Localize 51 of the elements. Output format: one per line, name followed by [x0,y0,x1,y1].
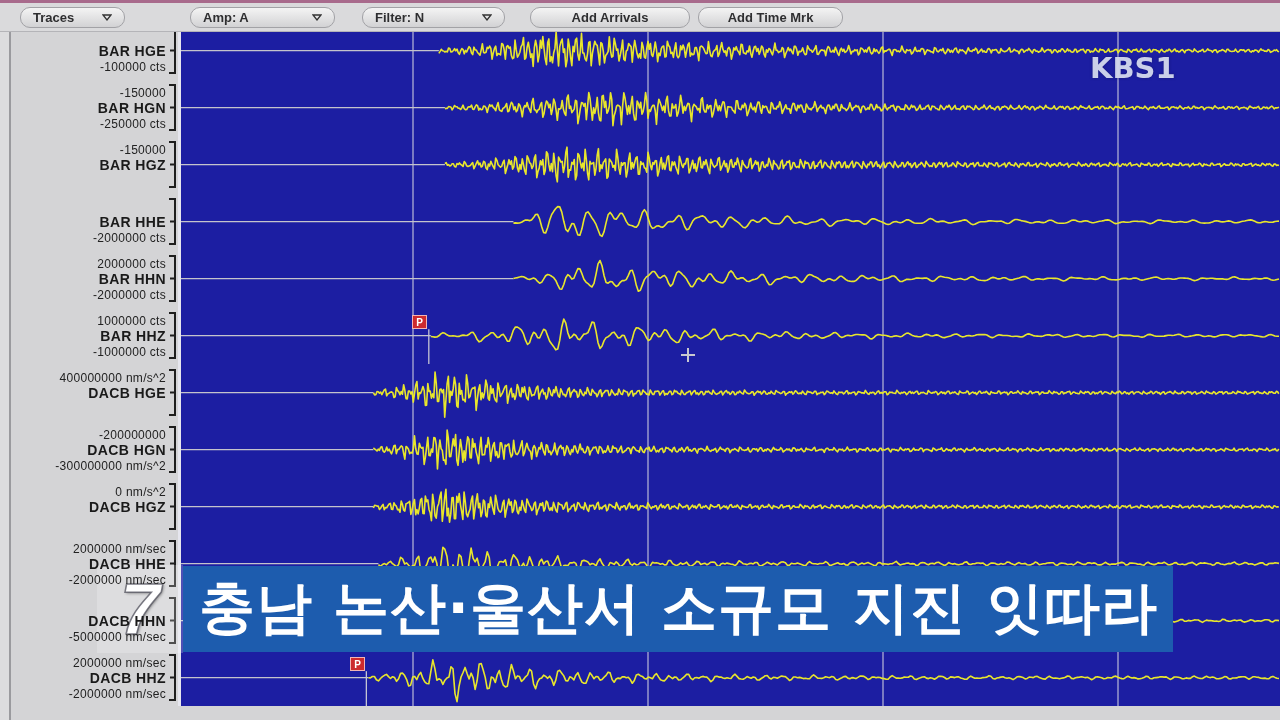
headline-caption: 충남 논산·울산서 소규모 지진 잇따라 [183,566,1173,652]
toolbar-button[interactable]: Add Time Mrk [698,6,843,28]
dropdown-button[interactable]: Traces [20,6,125,28]
scale-label: 2000000 nm/sec [73,656,166,670]
scale-label: -150000 [119,143,166,157]
channel-name: DACB HGZ [88,498,166,515]
channel-name: DACB HGN [87,441,166,458]
channel-logo: KBS1 [1090,53,1176,83]
scale-label: -2000000 cts [93,286,166,302]
channel-name: BAR HHE [99,213,166,230]
scale-label: 2000000 nm/sec [73,542,166,556]
axis-bracket-icon [169,198,176,246]
axis-bracket-icon [169,32,176,75]
dropdown-button[interactable]: Filter: N [362,6,505,28]
scale-label: -2000000 cts [93,229,166,245]
axis-bracket-icon [169,369,176,417]
axis-bracket-icon [169,654,176,702]
channel-name: BAR HHZ [100,327,166,344]
crosshair-cursor-icon [680,347,696,363]
scale-label: -300000000 nm/s^2 [55,457,166,473]
caret-icon [312,13,322,21]
scale-label: 0 nm/s^2 [115,485,166,499]
axis-bracket-icon [169,426,176,474]
channel-name: DACB HHZ [89,669,166,686]
pick-flag: P [412,315,427,329]
axis-bracket-icon [169,483,176,531]
caret-icon [482,13,492,21]
scale-label: 400000000 nm/s^2 [59,371,166,385]
scale-label: 1000000 cts [97,314,166,328]
axis-bracket-icon [169,540,176,588]
axis-bracket-icon [169,255,176,303]
toolbar-button[interactable]: Add Arrivals [530,6,690,28]
scale-label: -1000000 cts [93,343,166,359]
channel-name: DACB HGE [88,384,166,401]
axis-bracket-icon [169,84,176,132]
caret-icon [102,13,112,21]
scale-label: -250000 cts [100,115,166,131]
axis-bracket-icon [169,597,176,645]
dropdown-button[interactable]: Amp: A [190,6,335,28]
channel-name: BAR HGZ [99,156,166,173]
scale-label: -2000000 nm/sec [68,685,166,701]
scale-label: 2000000 cts [97,257,166,271]
channel-name: BAR HGN [97,99,166,116]
channel-name: BAR HGE [98,42,166,59]
scale-label: -150000 [119,86,166,100]
scale-label: -100000 cts [100,58,166,74]
axis-bracket-icon [169,141,176,189]
scale-label: -200000000 [98,428,166,442]
channel-name: BAR HHN [98,270,166,287]
axis-bracket-icon [169,312,176,360]
pick-flag: P [350,657,365,671]
